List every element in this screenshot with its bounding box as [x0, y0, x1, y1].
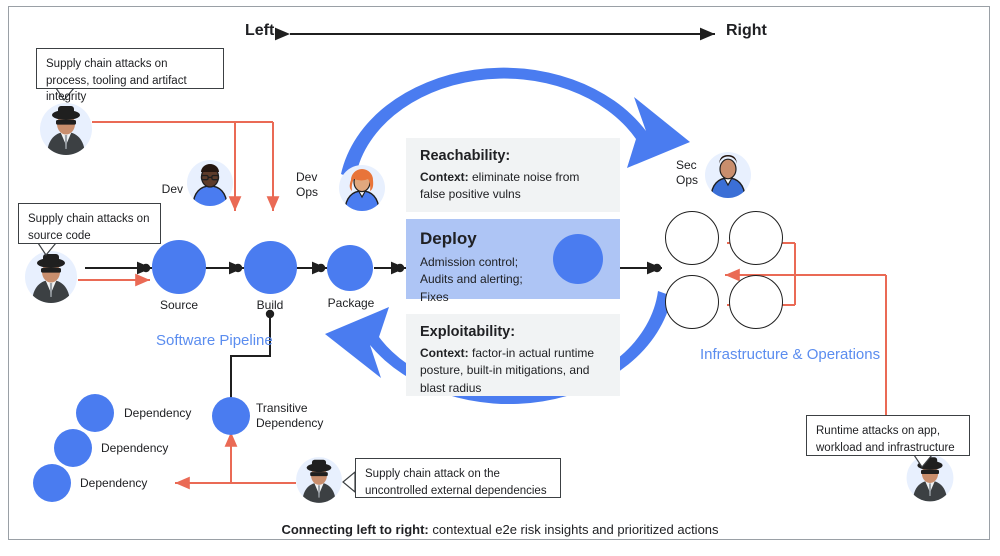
- panel-exploitability-context-label: Context:: [420, 346, 469, 360]
- callout-external-dependencies: Supply chain attack on the uncontrolled …: [355, 458, 561, 498]
- callout-runtime-attacks: Runtime attacks on app, workload and inf…: [806, 415, 970, 456]
- devops-label: Dev Ops: [296, 170, 319, 199]
- dev-avatar: [187, 160, 233, 206]
- pipeline-node-source[interactable]: [152, 240, 206, 294]
- footer-caption-rest: contextual e2e risk insights and priorit…: [428, 522, 719, 537]
- footer-caption-bold: Connecting left to right:: [281, 522, 429, 537]
- panel-exploitability: Exploitability: Context: factor-in actua…: [406, 314, 620, 396]
- software-pipeline-label: Software Pipeline: [156, 332, 273, 349]
- axis-right-label: Right: [726, 22, 767, 39]
- deploy-person-add-node[interactable]: [553, 234, 603, 284]
- dev-label: Dev: [161, 182, 183, 196]
- infra-node-monitoring[interactable]: [665, 275, 719, 329]
- panel-reachability-body: Context: eliminate noise from false posi…: [420, 169, 606, 204]
- pipeline-node-package-label: Package: [327, 296, 375, 310]
- axis-left-label: Left: [245, 22, 275, 39]
- pipeline-node-build-label: Build: [256, 298, 284, 312]
- footer-caption: Connecting left to right: contextual e2e…: [0, 522, 1000, 537]
- panel-exploitability-body: Context: factor-in actual runtime postur…: [420, 345, 606, 397]
- panel-reachability-title: Reachability:: [420, 148, 511, 164]
- infra-node-server[interactable]: [729, 275, 783, 329]
- callout-process-tooling: Supply chain attacks on process, tooling…: [36, 48, 224, 103]
- dependency-node-2[interactable]: [54, 429, 92, 467]
- transitive-dependency-node[interactable]: [212, 397, 250, 435]
- panel-exploitability-title: Exploitability:: [420, 324, 516, 340]
- diagram-canvas: Left Right Supply chain attacks on proce…: [0, 0, 1000, 556]
- infrastructure-operations-label: Infrastructure & Operations: [700, 346, 881, 363]
- panel-reachability: Reachability: Context: eliminate noise f…: [406, 138, 620, 212]
- attacker-avatar-runtime: [906, 454, 954, 502]
- dependency-label-3: Dependency: [80, 476, 148, 490]
- callout-source-code: Supply chain attacks on source code: [18, 203, 161, 244]
- attacker-avatar-dependencies: [296, 457, 342, 503]
- infra-node-container[interactable]: [729, 211, 783, 265]
- dependency-node-3[interactable]: [33, 464, 71, 502]
- panel-reachability-context-label: Context:: [420, 170, 469, 184]
- pipeline-node-package[interactable]: [327, 245, 373, 291]
- secops-label: Sec Ops: [676, 158, 699, 187]
- infra-node-chip[interactable]: [665, 211, 719, 265]
- attacker-avatar-top: [40, 103, 92, 155]
- pipeline-node-build[interactable]: [244, 241, 297, 294]
- dependency-label-2: Dependency: [101, 441, 169, 455]
- pipeline-node-source-label: Source: [159, 298, 199, 312]
- devops-avatar: [339, 165, 385, 211]
- dependency-node-1[interactable]: [76, 394, 114, 432]
- attacker-avatar-source: [25, 251, 77, 303]
- dependency-label-1: Dependency: [124, 406, 192, 420]
- transitive-dependency-label: Transitive Dependency: [256, 401, 324, 430]
